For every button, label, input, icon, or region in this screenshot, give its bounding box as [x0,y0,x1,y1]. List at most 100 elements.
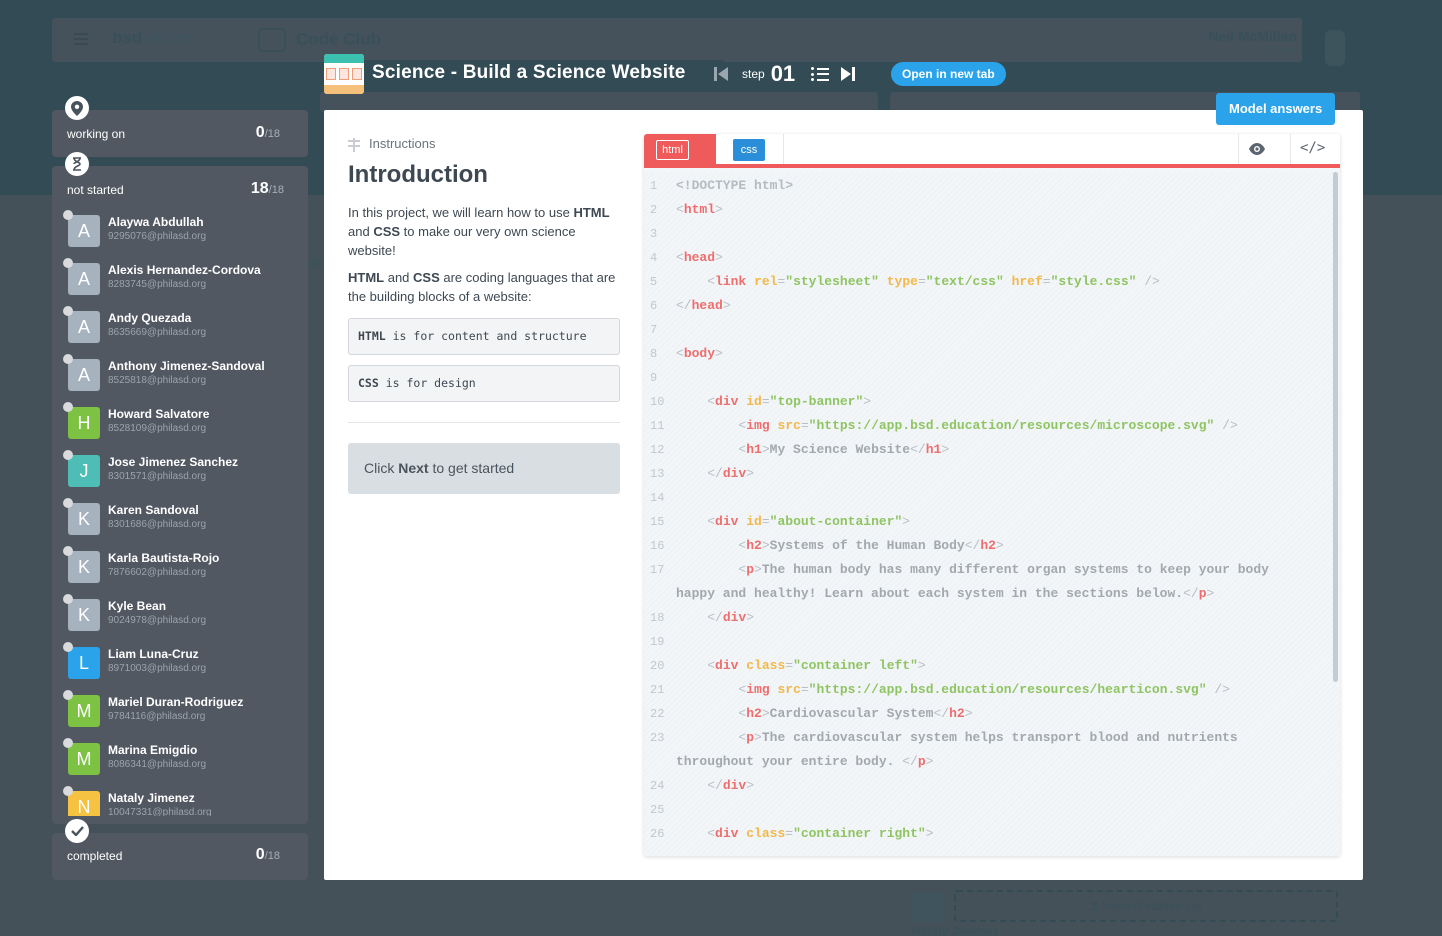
code-line: 1 <!DOCTYPE html> [644,174,1340,198]
background-thumbnail [912,892,944,922]
student-name: Karen Sandoval [108,503,199,517]
student-item[interactable]: K Kyle Bean 9024978@philasd.org [52,592,308,640]
status-dot [63,546,73,556]
student-item[interactable]: N Nataly Jimenez 10047331@philasd.org [52,784,308,816]
line-number: 1 [650,179,658,193]
student-item[interactable]: A Alexis Hernandez-Cordova 8283745@philasd… [52,256,308,304]
working-on-section[interactable]: working on 0/18 [52,96,308,157]
student-email: 9784116@philasd.org [108,711,206,722]
student-name: Alaywa Abdullah [108,215,204,229]
line-number: 16 [650,539,665,553]
open-in-new-tab-button[interactable]: Open in new tab [891,62,1006,86]
code-line: 13 </div> [644,462,1340,486]
instructions-label: Instructions [369,136,436,151]
tab-css[interactable]: css [733,139,765,161]
student-item[interactable]: A Andy Quezada 8635669@philasd.org [52,304,308,352]
student-avatar: K [68,551,100,583]
line-number: 21 [650,683,665,697]
signpost-icon [348,137,360,152]
model-answers-button[interactable]: Model answers [1216,93,1336,125]
background-student-name: Nataly Jimenez [912,924,999,936]
code-editor: html css </> 1 <!DOCTYPE html> 2 <html> 3 4 <… [644,134,1340,856]
student-name: Marina Emigdio [108,743,198,757]
line-number: 15 [650,515,665,529]
club-icon [258,28,286,52]
previous-step-icon[interactable] [714,67,730,81]
status-dot [63,306,73,316]
not-started-count: 18/18 [250,180,284,197]
next-hint: Click Next to get started [348,443,620,494]
student-name: Alexis Hernandez-Cordova [108,263,261,277]
preview-eye-icon[interactable] [1248,142,1266,156]
code-line: 20 <div class="container left"> [644,654,1340,678]
student-avatar: A [68,359,100,391]
club-label: Code Club [258,28,381,52]
student-avatar: K [68,503,100,535]
line-number: 8 [650,347,658,361]
instructions-title: Introduction [348,161,488,188]
lesson-thumbnail [324,54,364,94]
completed-section[interactable]: completed 0/18 [52,819,308,880]
student-item[interactable]: L Liam Luna-Cruz 8971003@philasd.org [52,640,308,688]
student-name: Mariel Duran-Rodriguez [108,695,244,709]
user-avatar [1325,30,1345,66]
status-dot [63,354,73,364]
code-line: 5 <link rel="stylesheet" type="text/css"… [644,270,1340,294]
student-item[interactable]: A Anthony Jimenez-Sandoval 8525818@philasd… [52,352,308,400]
working-on-label: working on [67,127,126,141]
line-number: 4 [650,251,658,265]
instructions-header: Instructions [348,136,620,152]
student-item[interactable]: J Jose Jimenez Sanchez 8301571@philasd.org [52,448,308,496]
code-view-icon[interactable]: </> [1300,140,1325,156]
background-student-status: ⧗ Haven't started yet Nataly Jimenez [912,890,1342,936]
code-line: 7 [644,318,1340,342]
tab-html[interactable]: html [644,134,716,164]
background-navbar [52,18,1302,62]
code-area[interactable]: 1 <!DOCTYPE html> 2 <html> 3 4 <head> 5 <link … [644,172,1340,856]
student-name: Nataly Jimenez [108,791,195,805]
code-line: 22 <h2>Cardiovascular System</h2> [644,702,1340,726]
status-dot [63,738,73,748]
student-email: 8301686@philasd.org [108,519,207,530]
student-name: Jose Jimenez Sanchez [108,455,239,469]
step-list-icon[interactable] [811,67,830,81]
student-email: 8525818@philasd.org [108,375,207,386]
student-avatar: A [68,263,100,295]
hamburger-menu-icon [74,33,88,45]
student-email: 9295076@philasd.org [108,231,207,242]
status-dot [63,594,73,604]
divider [348,422,620,423]
editor-tabs: html css </> [644,134,1340,168]
status-dot [63,210,73,220]
brand-name: bsd [112,28,143,47]
instructions-paragraph: HTML and CSS are coding languages that a… [348,270,616,304]
line-number: 7 [650,323,658,337]
line-number: 25 [650,803,665,817]
next-step-icon[interactable] [841,67,857,81]
status-dot [63,786,73,796]
editor-scrollbar[interactable] [1333,172,1338,682]
code-line: 18 </div> [644,606,1340,630]
not-started-section: not started 18/18 A Alaywa Abdullah 929507… [52,152,308,824]
line-number: 18 [650,611,665,625]
student-email: 10047331@philasd.org [108,807,212,816]
code-line: 9 [644,366,1340,390]
student-item[interactable]: A Alaywa Abdullah 9295076@philasd.org [52,208,308,256]
student-item[interactable]: K Karla Bautista-Rojo 7876602@philasd.org [52,544,308,592]
student-email: 8283745@philasd.org [108,279,207,290]
student-item[interactable]: H Howard Salvatore 8528109@philasd.org [52,400,308,448]
code-line: 12 <h1>My Science Website</h1> [644,438,1340,462]
student-item[interactable]: M Marina Emigdio 8086341@philasd.org [52,736,308,784]
student-email: 7876602@philasd.org [108,567,207,578]
student-item[interactable]: K Karen Sandoval 8301686@philasd.org [52,496,308,544]
status-dot [63,258,73,268]
student-item[interactable]: M Mariel Duran-Rodriguez 9784116@philasd.o… [52,688,308,736]
code-note-css: CSS is for design [348,365,620,402]
code-line: 19 [644,630,1340,654]
line-number: 2 [650,203,658,217]
background-card [320,92,878,112]
code-line: 4 <head> [644,246,1340,270]
brand-logo: bsd online [112,28,192,48]
status-dot [63,642,73,652]
line-number: 20 [650,659,665,673]
